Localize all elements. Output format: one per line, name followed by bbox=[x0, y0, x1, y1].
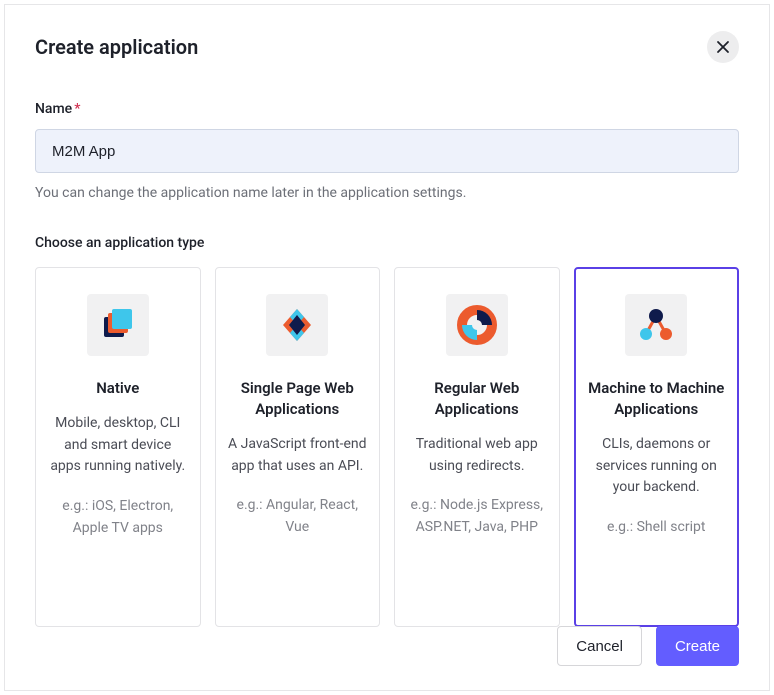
name-field: Name* You can change the application nam… bbox=[35, 101, 739, 201]
name-input[interactable] bbox=[35, 129, 739, 173]
modal-title: Create application bbox=[35, 35, 198, 59]
spa-icon bbox=[277, 305, 317, 345]
regular-web-icon-wrap bbox=[446, 294, 508, 356]
card-native-examples: e.g.: iOS, Electron, Apple TV apps bbox=[48, 496, 188, 539]
name-help-text: You can change the application name late… bbox=[35, 185, 739, 201]
close-button[interactable] bbox=[707, 31, 739, 63]
card-regular-web[interactable]: Regular Web Applications Traditional web… bbox=[394, 267, 560, 627]
card-m2m[interactable]: Machine to Machine Applications CLIs, da… bbox=[574, 267, 740, 627]
name-label: Name bbox=[35, 101, 72, 117]
close-icon bbox=[716, 40, 730, 54]
card-regular-web-examples: e.g.: Node.js Express, ASP.NET, Java, PH… bbox=[407, 495, 547, 538]
card-m2m-examples: e.g.: Shell script bbox=[587, 517, 727, 539]
cancel-button[interactable]: Cancel bbox=[557, 626, 642, 666]
card-regular-web-title: Regular Web Applications bbox=[407, 378, 547, 420]
card-native[interactable]: Native Mobile, desktop, CLI and smart de… bbox=[35, 267, 201, 627]
modal-footer: Cancel Create bbox=[557, 626, 739, 666]
modal-header: Create application bbox=[35, 35, 739, 63]
card-spa[interactable]: Single Page Web Applications A JavaScrip… bbox=[215, 267, 381, 627]
regular-web-icon bbox=[457, 305, 497, 345]
name-label-row: Name* bbox=[35, 101, 739, 117]
card-spa-examples: e.g.: Angular, React, Vue bbox=[228, 495, 368, 538]
create-application-modal: Create application Name* You can change … bbox=[4, 4, 770, 691]
app-type-cards: Native Mobile, desktop, CLI and smart de… bbox=[35, 267, 739, 627]
card-regular-web-desc: Traditional web app using redirects. bbox=[407, 434, 547, 477]
m2m-icon-wrap bbox=[625, 294, 687, 356]
card-m2m-title: Machine to Machine Applications bbox=[587, 378, 727, 420]
m2m-icon bbox=[636, 305, 676, 345]
required-asterisk: * bbox=[74, 101, 80, 117]
card-spa-desc: A JavaScript front-end app that uses an … bbox=[228, 434, 368, 477]
card-spa-title: Single Page Web Applications bbox=[228, 378, 368, 420]
native-icon bbox=[98, 305, 138, 345]
create-button[interactable]: Create bbox=[656, 626, 739, 666]
app-type-label: Choose an application type bbox=[35, 235, 739, 251]
card-native-desc: Mobile, desktop, CLI and smart device ap… bbox=[48, 413, 188, 478]
spa-icon-wrap bbox=[266, 294, 328, 356]
card-native-title: Native bbox=[48, 378, 188, 399]
card-m2m-desc: CLIs, daemons or services running on you… bbox=[587, 434, 727, 499]
native-icon-wrap bbox=[87, 294, 149, 356]
